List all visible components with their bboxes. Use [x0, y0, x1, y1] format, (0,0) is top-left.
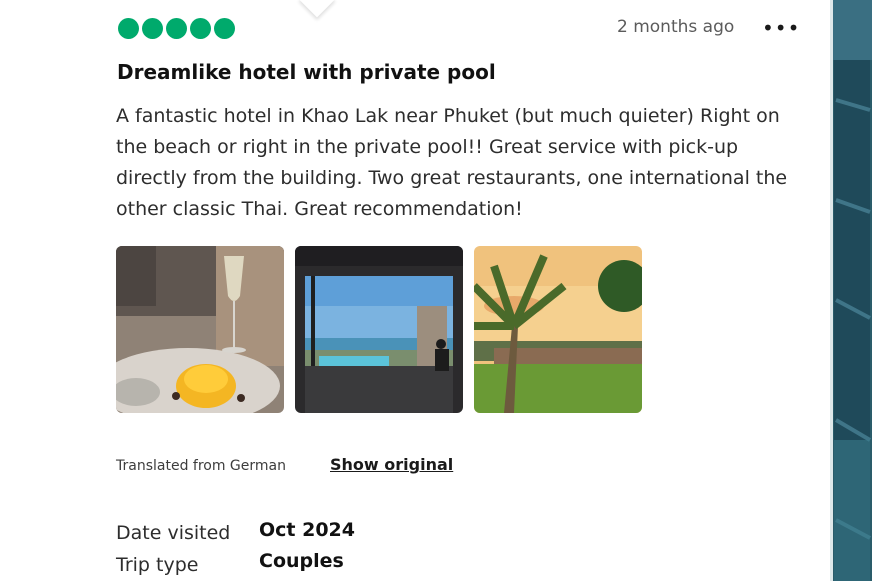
rating-bubble-icon — [142, 18, 163, 39]
rating-bubble-icon — [118, 18, 139, 39]
trip-type-value: Couples — [259, 550, 344, 572]
rating-bubble-icon — [190, 18, 211, 39]
rating-bubbles — [118, 18, 235, 39]
review-time-ago: 2 months ago — [617, 17, 735, 37]
trip-type-label: Trip type — [116, 554, 199, 576]
review-photos — [116, 246, 642, 413]
date-visited-label: Date visited — [116, 522, 231, 544]
card-notch — [298, 0, 336, 18]
rating-bubble-icon — [166, 18, 187, 39]
review-title: Dreamlike hotel with private pool — [117, 60, 496, 84]
review-photo-dessert[interactable] — [116, 246, 284, 413]
review-card: 2 months ago ••• Dreamlike hotel with pr… — [0, 0, 830, 581]
review-photo-resort-garden[interactable] — [474, 246, 642, 413]
translated-from-label: Translated from German — [116, 458, 286, 474]
show-original-link[interactable]: Show original — [330, 455, 453, 474]
review-photo-sea-view[interactable] — [295, 246, 463, 413]
more-horizontal-icon[interactable]: ••• — [762, 18, 800, 38]
rating-bubble-icon — [214, 18, 235, 39]
date-visited-value: Oct 2024 — [259, 519, 355, 541]
review-body: A fantastic hotel in Khao Lak near Phuke… — [116, 105, 788, 220]
background-pool-image — [830, 0, 872, 581]
